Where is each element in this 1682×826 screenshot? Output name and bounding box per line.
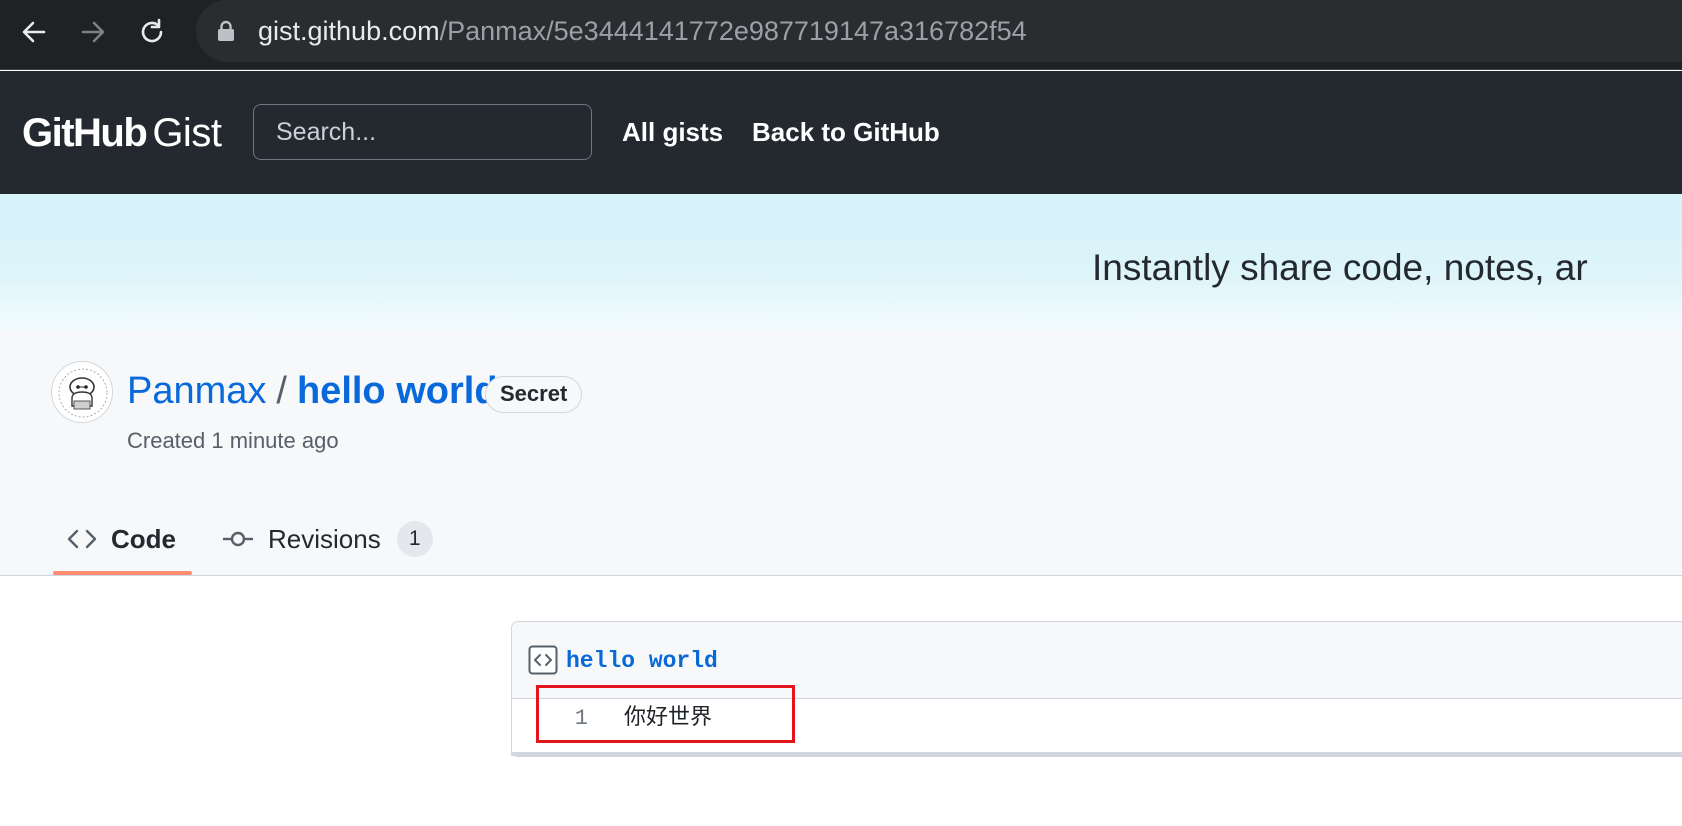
arrow-right-icon	[81, 21, 105, 43]
gist-title: Panmax / hello world	[127, 368, 498, 414]
tab-code[interactable]: Code	[53, 504, 192, 575]
gist-header: Panmax / hello world Secret Created 1 mi…	[0, 332, 1682, 576]
github-gist-logo[interactable]: GitHub Gist	[22, 111, 222, 155]
back-to-github-link[interactable]: Back to GitHub	[752, 116, 940, 148]
logo-github-text: GitHub	[22, 111, 148, 155]
tab-revisions[interactable]: Revisions 1	[222, 504, 433, 574]
revisions-count: 1	[396, 521, 433, 557]
created-timestamp: Created 1 minute ago	[127, 428, 339, 453]
annotation-highlight-box	[536, 685, 795, 743]
lock-icon	[218, 20, 234, 41]
gist-owner-link[interactable]: Panmax	[127, 368, 266, 414]
site-header: GitHub Gist All gists Back to GitHub	[0, 71, 1682, 194]
back-button[interactable]	[16, 14, 52, 50]
search-input[interactable]	[253, 104, 592, 160]
url-path: /Panmax/5e3444141772e987719147a316782f54	[439, 16, 1027, 46]
reload-button[interactable]	[134, 14, 170, 50]
code-icon	[67, 529, 97, 549]
tab-code-label: Code	[111, 523, 176, 554]
logo-gist-text: Gist	[152, 111, 222, 155]
url-host: gist.github.com	[258, 16, 440, 46]
secret-badge: Secret	[485, 376, 583, 413]
all-gists-link[interactable]: All gists	[622, 116, 723, 148]
avatar[interactable]	[51, 361, 113, 423]
browser-toolbar: gist.github.com/Panmax/5e3444141772e9877…	[0, 0, 1682, 70]
file-name-link[interactable]: hello world	[566, 647, 718, 675]
reload-icon	[141, 18, 163, 43]
avatar-robot-icon	[54, 364, 112, 422]
git-commit-icon	[223, 531, 253, 547]
arrow-left-icon	[22, 21, 46, 43]
hero-tagline: Instantly share code, notes, ar	[1092, 247, 1588, 288]
forward-button[interactable]	[75, 14, 111, 50]
gist-name-link[interactable]: hello world	[297, 368, 498, 414]
file-code-icon	[528, 645, 558, 675]
tab-revisions-label: Revisions	[268, 523, 381, 554]
title-separator: /	[276, 370, 287, 412]
url-text: gist.github.com/Panmax/5e3444141772e9877…	[258, 14, 1027, 48]
hero-banner: Instantly share code, notes, ar	[0, 194, 1682, 332]
address-bar[interactable]: gist.github.com/Panmax/5e3444141772e9877…	[196, 0, 1682, 62]
file-box-bottom-border	[511, 752, 1682, 756]
